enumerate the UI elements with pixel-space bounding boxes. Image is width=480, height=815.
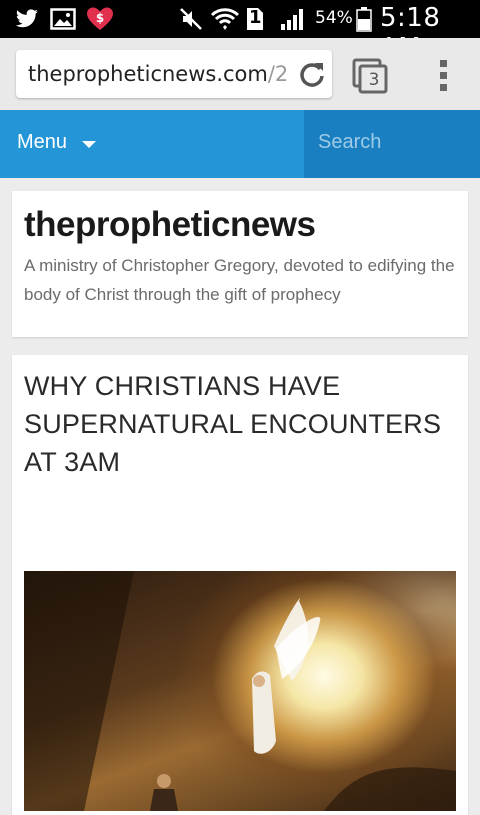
post-card: WHY CHRISTIANS HAVE SUPERNATURAL ENCOUNT…: [12, 355, 468, 815]
tabs-button[interactable]: 3: [352, 58, 388, 94]
reload-icon[interactable]: [298, 60, 326, 88]
site-navbar: Menu: [0, 110, 480, 178]
search-box[interactable]: [304, 110, 480, 178]
address-bar[interactable]: thepropheticnews.com/201: [16, 50, 332, 98]
search-input[interactable]: [304, 110, 480, 174]
post-featured-image[interactable]: [24, 571, 456, 811]
svg-text:$: $: [96, 11, 104, 25]
signal-icon: [278, 6, 306, 32]
menu-label: Menu: [17, 131, 68, 153]
site-description: A ministry of Christopher Gregory, devot…: [24, 256, 455, 304]
url-domain: thepropheticnews.com: [28, 62, 268, 86]
menu-button[interactable]: Menu: [0, 110, 304, 178]
post-title[interactable]: WHY CHRISTIANS HAVE SUPERNATURAL ENCOUNT…: [24, 367, 464, 481]
sim-slot-number: 1: [249, 7, 262, 28]
site-header: thepropheticnews A ministry of Christoph…: [12, 191, 468, 337]
browser-toolbar: thepropheticnews.com/201 3: [0, 38, 480, 111]
twitter-icon: [14, 6, 40, 32]
overflow-menu-icon[interactable]: [436, 58, 452, 94]
site-title[interactable]: thepropheticnews: [24, 205, 316, 245]
url-path: /201: [267, 62, 288, 86]
gallery-icon: [50, 6, 76, 32]
status-bar: $ 1 54% 5:18 AM: [0, 0, 480, 63]
wifi-icon: [210, 6, 240, 32]
battery-icon: [354, 6, 374, 32]
angel-illustration: [24, 571, 456, 811]
heart-notification-icon: $: [86, 6, 114, 32]
chevron-down-icon: [82, 141, 96, 148]
mute-icon: [178, 6, 204, 32]
url-text[interactable]: thepropheticnews.com/201: [28, 50, 288, 98]
battery-percent: 54%: [315, 8, 353, 28]
tab-count: 3: [368, 70, 380, 90]
